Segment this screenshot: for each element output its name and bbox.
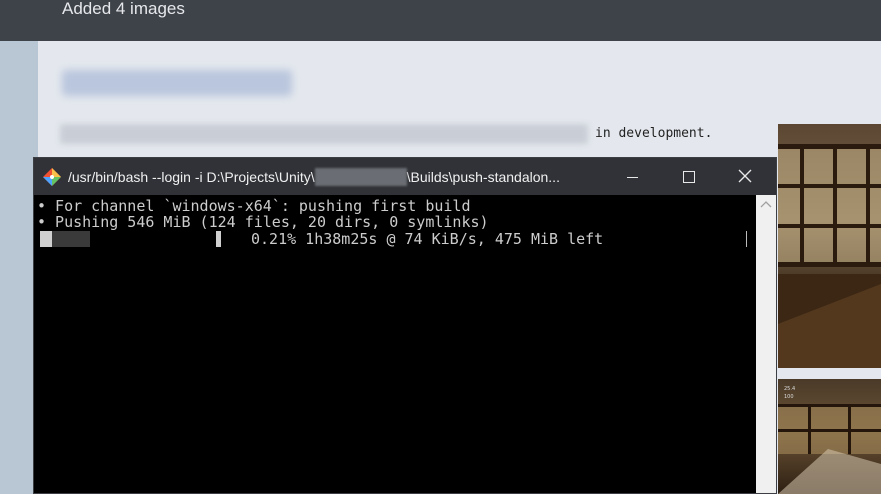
console-caret bbox=[746, 231, 747, 247]
blurred-heading bbox=[62, 70, 292, 96]
minimize-button[interactable] bbox=[605, 158, 661, 195]
blurred-text-line bbox=[60, 124, 588, 144]
screenshot-thumbnail-1[interactable] bbox=[778, 124, 881, 368]
screenshot-thumbnail-2[interactable]: 25.4 100 bbox=[778, 379, 881, 494]
terminal-scrollbar[interactable] bbox=[756, 195, 776, 493]
progress-bar-end bbox=[216, 231, 221, 247]
terminal-title: /usr/bin/bash --login -i D:\Projects\Uni… bbox=[68, 168, 560, 186]
progress-status-text: 0.21% 1h38m25s @ 74 KiB/s, 475 MiB left bbox=[251, 230, 604, 248]
terminal-console[interactable]: • For channel `windows-x64`: pushing fir… bbox=[34, 195, 756, 493]
body-text-tail: in development. bbox=[595, 126, 713, 141]
terminal-window[interactable]: /usr/bin/bash --login -i D:\Projects\Uni… bbox=[33, 157, 777, 494]
console-cursor bbox=[40, 231, 52, 247]
minimize-icon bbox=[627, 177, 638, 178]
console-line: • Pushing 546 MiB (124 files, 20 dirs, 0… bbox=[37, 213, 489, 231]
terminal-title-suffix: \Builds\push-standalon... bbox=[406, 169, 560, 185]
page-header: Added 4 images bbox=[0, 0, 881, 41]
maximize-button[interactable] bbox=[661, 158, 717, 195]
upload-progress-row: 0.21% 1h38m25s @ 74 KiB/s, 475 MiB left bbox=[40, 230, 750, 248]
terminal-titlebar[interactable]: /usr/bin/bash --login -i D:\Projects\Uni… bbox=[34, 158, 776, 195]
thumbnail-1-scene bbox=[778, 144, 881, 368]
hud-line-1: 25.4 bbox=[784, 386, 796, 392]
thumbnail-hud: 25.4 100 bbox=[784, 385, 795, 401]
scroll-up-arrow-icon[interactable] bbox=[760, 200, 772, 208]
terminal-title-prefix: /usr/bin/bash --login -i D:\Projects\Uni… bbox=[68, 169, 315, 185]
page-header-title: Added 4 images bbox=[62, 0, 185, 18]
hud-line-2: 100 bbox=[784, 394, 794, 400]
close-icon bbox=[738, 169, 752, 183]
redacted-path-segment bbox=[314, 168, 407, 186]
maximize-icon bbox=[683, 171, 695, 183]
close-button[interactable] bbox=[717, 158, 773, 195]
progress-bar-fill bbox=[52, 231, 90, 247]
git-bash-diamond-icon bbox=[43, 168, 61, 186]
